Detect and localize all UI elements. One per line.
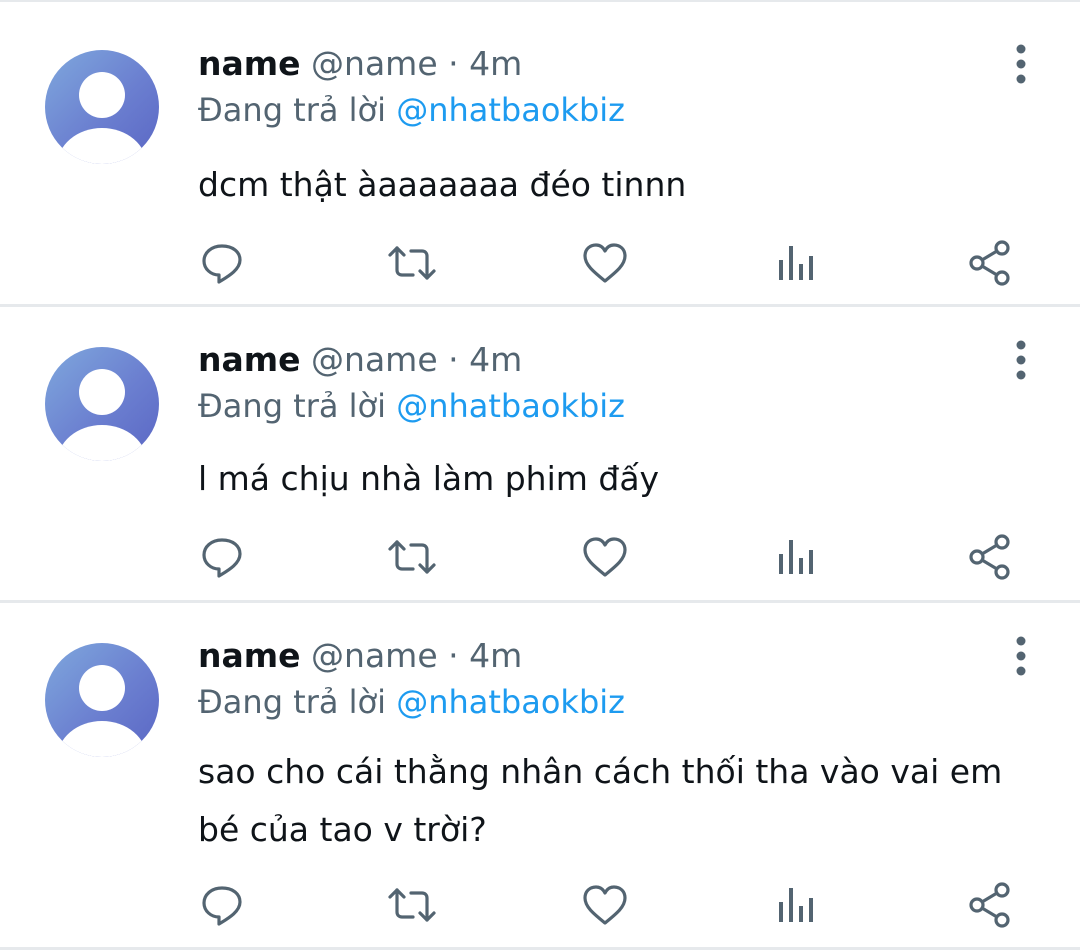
- reply-icon[interactable]: [197, 238, 247, 288]
- heart-icon[interactable]: [580, 880, 630, 930]
- default-avatar-icon[interactable]: [45, 643, 159, 757]
- more-vertical-icon[interactable]: [1004, 636, 1038, 676]
- replying-to-mention[interactable]: @nhatbaokbiz: [396, 91, 625, 129]
- separator-dot: ·: [448, 636, 459, 675]
- tweet-actions: [0, 880, 1080, 930]
- more-vertical-icon[interactable]: [1004, 340, 1038, 380]
- replying-to-line: Đang trả lời @nhatbaokbiz: [198, 88, 625, 132]
- share-icon[interactable]: [966, 532, 1016, 582]
- tweet-text: l má chịu nhà làm phim đấy: [198, 459, 660, 498]
- replying-to-label: Đang trả lời: [198, 387, 387, 425]
- replying-to-mention[interactable]: @nhatbaokbiz: [396, 387, 625, 425]
- tweet-item[interactable]: name @name · 4m Đang trả lời @nhatbaokbi…: [0, 307, 1080, 603]
- tweet-item[interactable]: name @name · 4m Đang trả lời @nhatbaokbi…: [0, 603, 1080, 950]
- analytics-icon[interactable]: [773, 238, 823, 288]
- tweet-text: sao cho cái thằng nhân cách thối tha vào…: [198, 752, 1003, 849]
- tweet-actions: [0, 532, 1080, 582]
- replying-to-line: Đang trả lời @nhatbaokbiz: [198, 680, 625, 724]
- reply-feed: name @name · 4m Đang trả lời @nhatbaokbi…: [0, 0, 1080, 950]
- tweet-header: name @name · 4m: [198, 42, 522, 86]
- tweet-header: name @name · 4m: [198, 634, 522, 678]
- display-name[interactable]: name: [198, 44, 301, 83]
- timestamp[interactable]: 4m: [469, 636, 522, 675]
- separator-dot: ·: [448, 44, 459, 83]
- heart-icon[interactable]: [580, 532, 630, 582]
- replying-to-mention[interactable]: @nhatbaokbiz: [396, 683, 625, 721]
- display-name[interactable]: name: [198, 340, 301, 379]
- reply-icon[interactable]: [197, 532, 247, 582]
- user-handle[interactable]: @name: [311, 340, 438, 379]
- default-avatar-icon[interactable]: [45, 50, 159, 164]
- retweet-icon[interactable]: [387, 880, 437, 930]
- replying-to-label: Đang trả lời: [198, 91, 387, 129]
- more-vertical-icon[interactable]: [1004, 44, 1038, 84]
- tweet-header: name @name · 4m: [198, 338, 522, 382]
- tweet-text: dcm thật àaaaaaaa đéo tinnn: [198, 165, 687, 204]
- tweet-actions: [0, 238, 1080, 288]
- replying-to-line: Đang trả lời @nhatbaokbiz: [198, 384, 625, 428]
- timestamp[interactable]: 4m: [469, 340, 522, 379]
- heart-icon[interactable]: [580, 238, 630, 288]
- retweet-icon[interactable]: [387, 532, 437, 582]
- default-avatar-icon[interactable]: [45, 347, 159, 461]
- share-icon[interactable]: [966, 880, 1016, 930]
- reply-icon[interactable]: [197, 880, 247, 930]
- display-name[interactable]: name: [198, 636, 301, 675]
- share-icon[interactable]: [966, 238, 1016, 288]
- analytics-icon[interactable]: [773, 532, 823, 582]
- user-handle[interactable]: @name: [311, 44, 438, 83]
- replying-to-label: Đang trả lời: [198, 683, 387, 721]
- separator-dot: ·: [448, 340, 459, 379]
- user-handle[interactable]: @name: [311, 636, 438, 675]
- tweet-item[interactable]: name @name · 4m Đang trả lời @nhatbaokbi…: [0, 2, 1080, 307]
- analytics-icon[interactable]: [773, 880, 823, 930]
- timestamp[interactable]: 4m: [469, 44, 522, 83]
- retweet-icon[interactable]: [387, 238, 437, 288]
